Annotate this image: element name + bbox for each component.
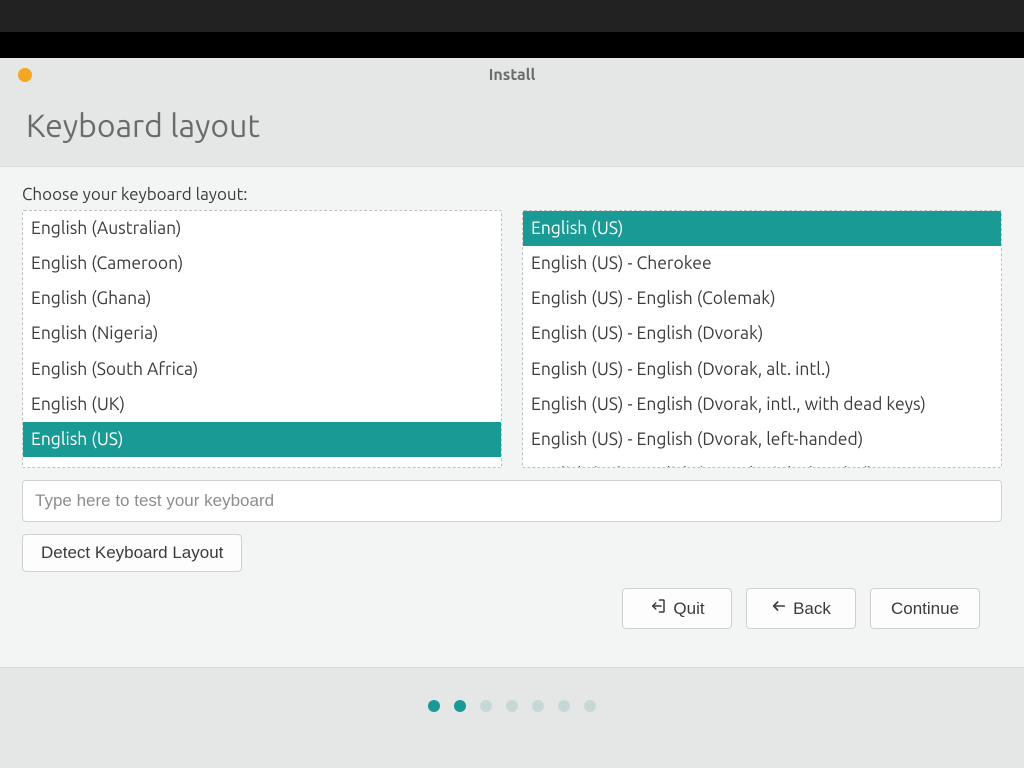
detect-layout-button[interactable]: Detect Keyboard Layout [22, 534, 242, 572]
progress-dot [558, 700, 570, 712]
page-header: Keyboard layout [0, 90, 1024, 166]
desktop-menu-bar [0, 32, 1024, 58]
keyboard-language-item[interactable]: English (UK) [23, 387, 501, 422]
keyboard-variant-item[interactable]: English (US) - Cherokee [523, 246, 1001, 281]
back-button[interactable]: Back [746, 588, 856, 629]
quit-label: Quit [673, 599, 704, 619]
progress-dot [480, 700, 492, 712]
keyboard-variant-list[interactable]: English (US)English (US) - CherokeeEngli… [522, 210, 1002, 468]
keyboard-language-list[interactable]: English (Australian)English (Cameroon)En… [22, 210, 502, 468]
keyboard-variant-item[interactable]: English (US) - English (Dvorak, alt. int… [523, 352, 1001, 387]
progress-dot [584, 700, 596, 712]
window-titlebar: Install [0, 58, 1024, 90]
progress-dots [0, 700, 1024, 712]
keyboard-language-item[interactable]: English (US) [23, 422, 501, 457]
layout-lists: English (Australian)English (Cameroon)En… [22, 210, 1002, 468]
keyboard-language-item[interactable]: English (Australian) [23, 211, 501, 246]
keyboard-variant-item[interactable]: English (US) - English (Colemak) [523, 281, 1001, 316]
keyboard-variant-item[interactable]: English (US) - English (Dvorak, right-ha… [523, 457, 1001, 468]
keyboard-variant-item[interactable]: English (US) - English (Dvorak, left-han… [523, 422, 1001, 457]
keyboard-language-item[interactable]: English (South Africa) [23, 352, 501, 387]
keyboard-variant-item[interactable]: English (US) [523, 211, 1001, 246]
progress-dot [532, 700, 544, 712]
continue-label: Continue [891, 599, 959, 619]
arrow-left-icon [771, 598, 787, 619]
exit-icon [649, 597, 667, 620]
installer-window: Install Keyboard layout Choose your keyb… [0, 58, 1024, 712]
main-panel: Choose your keyboard layout: English (Au… [0, 166, 1024, 668]
keyboard-language-item[interactable]: English (Ghana) [23, 281, 501, 316]
footer-actions: Quit Back Continue [22, 572, 1002, 645]
back-label: Back [793, 599, 831, 619]
choose-layout-label: Choose your keyboard layout: [22, 185, 1002, 204]
keyboard-variant-item[interactable]: English (US) - English (Dvorak) [523, 316, 1001, 351]
progress-dot [454, 700, 466, 712]
continue-button[interactable]: Continue [870, 588, 980, 629]
keyboard-test-input[interactable] [22, 480, 1002, 522]
quit-button[interactable]: Quit [622, 588, 732, 629]
desktop-top-bar [0, 0, 1024, 32]
detect-layout-label: Detect Keyboard Layout [41, 543, 223, 563]
keyboard-language-item[interactable]: Esperanto [23, 457, 501, 468]
keyboard-variant-item[interactable]: English (US) - English (Dvorak, intl., w… [523, 387, 1001, 422]
progress-dot [506, 700, 518, 712]
keyboard-language-item[interactable]: English (Cameroon) [23, 246, 501, 281]
window-title: Install [0, 66, 1024, 84]
page-title: Keyboard layout [26, 108, 998, 144]
keyboard-language-item[interactable]: English (Nigeria) [23, 316, 501, 351]
progress-dot [428, 700, 440, 712]
